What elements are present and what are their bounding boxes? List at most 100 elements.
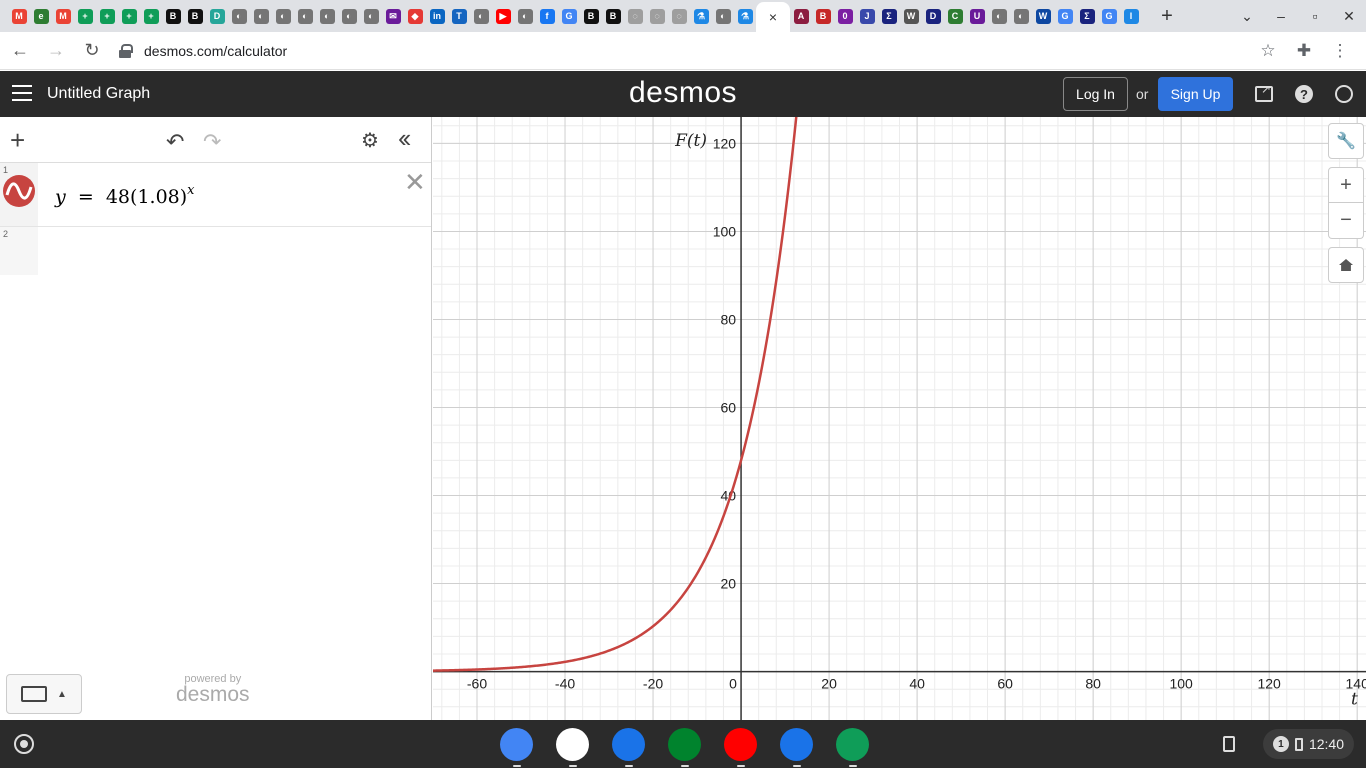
menu-kebab-icon[interactable]: ⋮ (1322, 35, 1358, 67)
tab-globe-icon[interactable]: ◐ (712, 0, 734, 32)
undo-icon[interactable]: ↶ (166, 129, 184, 155)
tab-swirl-icon[interactable]: ◌ (646, 0, 668, 32)
tab-globe-icon[interactable]: ◐ (1010, 0, 1032, 32)
keypad-toggle-button[interactable]: ▲ (6, 674, 82, 714)
hamburger-menu-icon[interactable] (12, 85, 32, 101)
extensions-icon[interactable]: ✚ (1286, 35, 1322, 67)
tab-classroom-icon[interactable]: + (140, 0, 162, 32)
language-globe-icon[interactable] (1331, 81, 1357, 107)
delete-expression-icon[interactable]: ✕ (404, 167, 426, 198)
tab-wave-icon[interactable]: W (1032, 0, 1054, 32)
expression-math[interactable]: y = 48(1.08)x (55, 183, 195, 208)
reload-button[interactable]: ↻ (76, 35, 108, 67)
address-bar[interactable]: desmos.com/calculator (110, 37, 1290, 65)
tab-youtube-icon[interactable]: ▶ (492, 0, 514, 32)
gmail-icon[interactable] (556, 728, 589, 767)
settings-gear-icon[interactable]: ⚙ (361, 128, 379, 153)
back-button[interactable]: ← (4, 35, 36, 67)
tablet-mode-icon[interactable] (1222, 736, 1235, 752)
tab-swirl-icon[interactable]: ◌ (668, 0, 690, 32)
tab-cmg-icon[interactable]: C (944, 0, 966, 32)
tab-flask-icon[interactable]: ⚗ (690, 0, 712, 32)
expression-row-2[interactable]: 2 (0, 227, 431, 275)
forward-button[interactable]: → (40, 35, 72, 67)
tab-sigma-icon[interactable]: Σ (1076, 0, 1098, 32)
signup-button[interactable]: Sign Up (1158, 77, 1233, 111)
tab-shield-icon[interactable]: U (966, 0, 988, 32)
tab-sigma-icon[interactable]: Σ (878, 0, 900, 32)
tab-edu-icon[interactable]: e (30, 0, 52, 32)
tab-asu-icon[interactable]: A (790, 0, 812, 32)
system-tray[interactable]: 1 12:40 (1262, 729, 1354, 759)
graph-canvas[interactable]: -60 -40 -20 0 20 40 60 80 100 120 140 20 40 60 80 100 12… (433, 117, 1366, 720)
tab-linkedin-icon[interactable]: in (426, 0, 448, 32)
tab-globe-icon[interactable]: ◐ (360, 0, 382, 32)
expression-row-1[interactable]: 1 y = 48(1.08)x ✕ (0, 163, 431, 227)
tab-globe-icon[interactable]: ◐ (338, 0, 360, 32)
close-window-icon[interactable]: ✕ (1332, 8, 1366, 25)
tab-book-icon[interactable]: B (812, 0, 834, 32)
tab-facebook-icon[interactable]: f (536, 0, 558, 32)
sheets-icon[interactable] (836, 728, 869, 767)
graph-title[interactable]: Untitled Graph (47, 85, 150, 103)
tab-globe-icon[interactable]: ◐ (316, 0, 338, 32)
url-text[interactable]: desmos.com/calculator (144, 43, 287, 59)
tab-globe-icon[interactable]: ◐ (272, 0, 294, 32)
minimize-icon[interactable]: – (1264, 8, 1298, 24)
close-tab-icon[interactable]: × (769, 9, 777, 25)
tab-classroom-icon[interactable]: + (96, 0, 118, 32)
tab-wikipedia-icon[interactable]: W (900, 0, 922, 32)
graph-toggle-icon[interactable] (3, 175, 35, 207)
tab-search-icon[interactable]: ⌄ (1230, 8, 1264, 25)
tab-mail-icon[interactable]: ✉ (382, 0, 404, 32)
new-tab-button[interactable]: + (1152, 0, 1182, 32)
login-button[interactable]: Log In (1063, 77, 1128, 111)
youtube-icon[interactable] (724, 728, 757, 767)
tab-globe-icon[interactable]: ◐ (988, 0, 1010, 32)
messages-icon[interactable] (780, 728, 813, 767)
tab-globe-icon[interactable]: ◐ (228, 0, 250, 32)
share-icon[interactable] (1251, 81, 1277, 107)
tab-google-icon[interactable]: G (1098, 0, 1120, 32)
help-icon[interactable]: ? (1291, 81, 1317, 107)
tab-bold-icon[interactable]: B (184, 0, 206, 32)
tab-bold-icon[interactable]: B (580, 0, 602, 32)
tab-globe-icon[interactable]: ◐ (250, 0, 272, 32)
tab-diamond-icon[interactable]: ◆ (404, 0, 426, 32)
tab-document-icon[interactable]: D (206, 0, 228, 32)
tab-classroom-icon[interactable]: + (118, 0, 140, 32)
bookmark-star-icon[interactable]: ☆ (1250, 35, 1286, 67)
maximize-icon[interactable]: ▫ (1298, 8, 1332, 24)
add-item-button[interactable]: + (10, 127, 25, 153)
graph-svg[interactable]: -60 -40 -20 0 20 40 60 80 100 120 1402040608010012… (433, 117, 1366, 720)
redo-icon[interactable]: ↷ (203, 129, 221, 155)
tab-circle-icon[interactable]: 0 (834, 0, 856, 32)
graph-settings-wrench-icon[interactable]: 🔧 (1328, 123, 1364, 159)
tab-google-icon[interactable]: G (558, 0, 580, 32)
status-tray[interactable]: 1 12:40 (1222, 729, 1354, 759)
tab-swirl-icon[interactable]: ◌ (624, 0, 646, 32)
zoom-in-icon[interactable]: + (1328, 167, 1364, 203)
meet-icon[interactable] (668, 728, 701, 767)
default-viewport-home-icon[interactable] (1328, 247, 1364, 283)
tab-desmos-icon[interactable]: D (922, 0, 944, 32)
zoom-out-icon[interactable]: − (1328, 203, 1364, 239)
lock-icon[interactable] (118, 44, 133, 58)
launcher-icon[interactable] (14, 734, 34, 754)
tab-globe-icon[interactable]: ◐ (294, 0, 316, 32)
tab-classroom-icon[interactable]: + (74, 0, 96, 32)
tab-active-desmos[interactable]: × (756, 2, 790, 32)
tab-tps-icon[interactable]: T (448, 0, 470, 32)
collapse-list-icon[interactable]: ‹‹ (398, 123, 411, 154)
files-icon[interactable] (612, 728, 645, 767)
tab-bold-icon[interactable]: B (602, 0, 624, 32)
chrome-icon[interactable] (500, 728, 533, 767)
tab-bar-icon[interactable]: l (1120, 0, 1142, 32)
tab-globe-icon[interactable]: ◐ (514, 0, 536, 32)
tab-bold-icon[interactable]: B (162, 0, 184, 32)
tab-globe-icon[interactable]: ◐ (470, 0, 492, 32)
tab-jw-icon[interactable]: J (856, 0, 878, 32)
tab-flask-icon[interactable]: ⚗ (734, 0, 756, 32)
tab-google-icon[interactable]: G (1054, 0, 1076, 32)
tab-gmail-icon[interactable]: M (52, 0, 74, 32)
